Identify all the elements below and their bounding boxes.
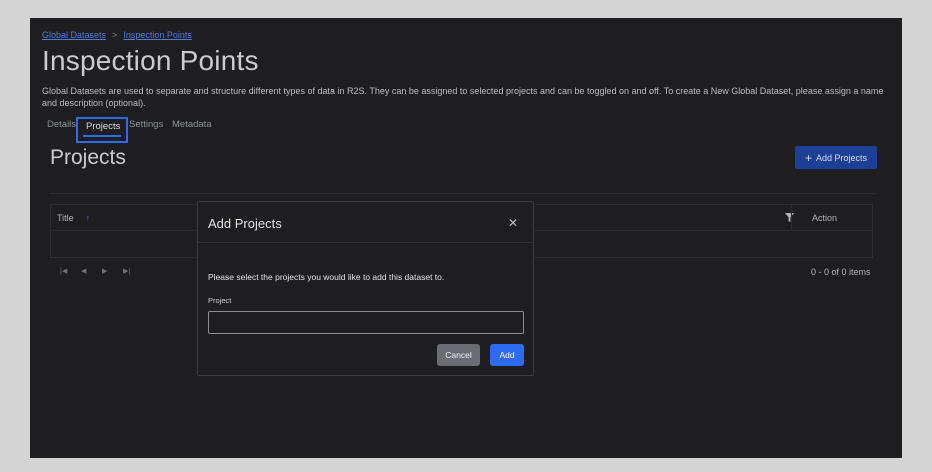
project-input[interactable] bbox=[208, 311, 524, 334]
breadcrumb-global-datasets[interactable]: Global Datasets bbox=[42, 30, 106, 40]
pager-info: 0 - 0 of 0 items bbox=[811, 267, 871, 277]
pager: |◀ ◀ ▶ ▶| bbox=[60, 267, 144, 275]
breadcrumb: Global Datasets > Inspection Points bbox=[42, 30, 192, 40]
add-button[interactable]: Add bbox=[490, 344, 524, 366]
plus-icon: + bbox=[804, 150, 812, 165]
first-page-icon[interactable]: |◀ bbox=[60, 267, 81, 275]
column-header-title[interactable]: Title ↑ bbox=[57, 213, 90, 223]
add-projects-button[interactable]: + Add Projects bbox=[795, 146, 877, 169]
next-page-icon[interactable]: ▶ bbox=[102, 267, 123, 275]
add-projects-dialog: Add Projects ✕ Please select the project… bbox=[197, 201, 534, 376]
last-page-icon[interactable]: ▶| bbox=[123, 267, 144, 275]
prev-page-icon[interactable]: ◀ bbox=[81, 267, 102, 275]
active-tab-indicator bbox=[83, 135, 121, 137]
tab-settings[interactable]: Settings bbox=[129, 118, 163, 144]
dialog-header-divider bbox=[198, 242, 533, 243]
page-title: Inspection Points bbox=[42, 45, 259, 76]
add-projects-label: Add Projects bbox=[815, 152, 868, 163]
tab-details[interactable]: Details bbox=[47, 118, 76, 144]
page-description: Global Datasets are used to separate and… bbox=[42, 86, 884, 108]
column-action-label: Action bbox=[812, 213, 838, 223]
dialog-title: Add Projects bbox=[208, 216, 282, 231]
breadcrumb-separator: > bbox=[112, 30, 118, 40]
breadcrumb-inspection-points[interactable]: Inspection Points bbox=[123, 30, 192, 40]
tab-metadata[interactable]: Metadata bbox=[172, 118, 212, 144]
close-icon[interactable]: ✕ bbox=[508, 216, 518, 230]
section-divider bbox=[50, 193, 877, 194]
project-field-label: Project bbox=[208, 296, 232, 305]
dialog-message: Please select the projects you would lik… bbox=[208, 272, 445, 282]
tab-projects[interactable]: Projects bbox=[76, 117, 128, 143]
cancel-button[interactable]: Cancel bbox=[437, 344, 480, 366]
column-header-action: Action bbox=[791, 205, 872, 230]
column-title-label: Title bbox=[57, 213, 74, 223]
projects-section-title: Projects bbox=[50, 146, 126, 169]
arrow-up-icon: ↑ bbox=[85, 213, 91, 223]
tab-projects-label: Projects bbox=[86, 121, 121, 132]
